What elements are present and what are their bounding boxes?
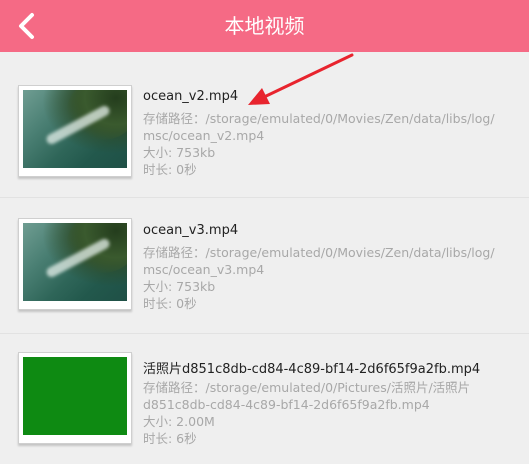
- video-thumbnail: [18, 218, 132, 310]
- video-path-line1: 存储路径：/storage/emulated/0/Movies/Zen/data…: [143, 111, 495, 126]
- video-path-line2: msc/ocean_v2.mp4: [143, 128, 265, 143]
- video-duration: 时长: 0秒: [143, 296, 197, 311]
- video-duration: 时长: 6秒: [143, 431, 197, 446]
- list-item[interactable]: 活照片d851c8db-cd84-4c89-bf14-2d6f65f9a2fb.…: [0, 334, 529, 464]
- video-name: 活照片d851c8db-cd84-4c89-bf14-2d6f65f9a2fb.…: [143, 362, 481, 377]
- video-path-line1: 存储路径：/storage/emulated/0/Pictures/活照片/活照…: [143, 380, 471, 395]
- list-item[interactable]: ocean_v3.mp4 存储路径：/storage/emulated/0/Mo…: [0, 198, 529, 334]
- header-bar: 本地视频: [0, 0, 529, 52]
- video-path-line2: msc/ocean_v3.mp4: [143, 262, 265, 277]
- video-path-line1: 存储路径：/storage/emulated/0/Movies/Zen/data…: [143, 245, 495, 260]
- video-duration: 时长: 0秒: [143, 162, 197, 177]
- video-name: ocean_v3.mp4: [143, 223, 239, 238]
- video-thumbnail: [18, 85, 132, 177]
- video-meta: 存储路径：/storage/emulated/0/Pictures/活照片/活照…: [143, 379, 518, 447]
- video-meta: 存储路径：/storage/emulated/0/Movies/Zen/data…: [143, 110, 518, 178]
- video-thumbnail: [18, 352, 132, 444]
- list-item[interactable]: ocean_v2.mp4 存储路径：/storage/emulated/0/Mo…: [0, 52, 529, 198]
- page-title: 本地视频: [224, 14, 305, 38]
- video-size: 大小: 753kb: [143, 145, 216, 160]
- video-name: ocean_v2.mp4: [143, 89, 239, 104]
- video-meta: 存储路径：/storage/emulated/0/Movies/Zen/data…: [143, 244, 518, 312]
- video-path-line2: d851c8db-cd84-4c89-bf14-2d6f65f9a2fb.mp4: [143, 397, 430, 412]
- video-size: 大小: 2.00M: [143, 414, 215, 429]
- video-size: 大小: 753kb: [143, 279, 216, 294]
